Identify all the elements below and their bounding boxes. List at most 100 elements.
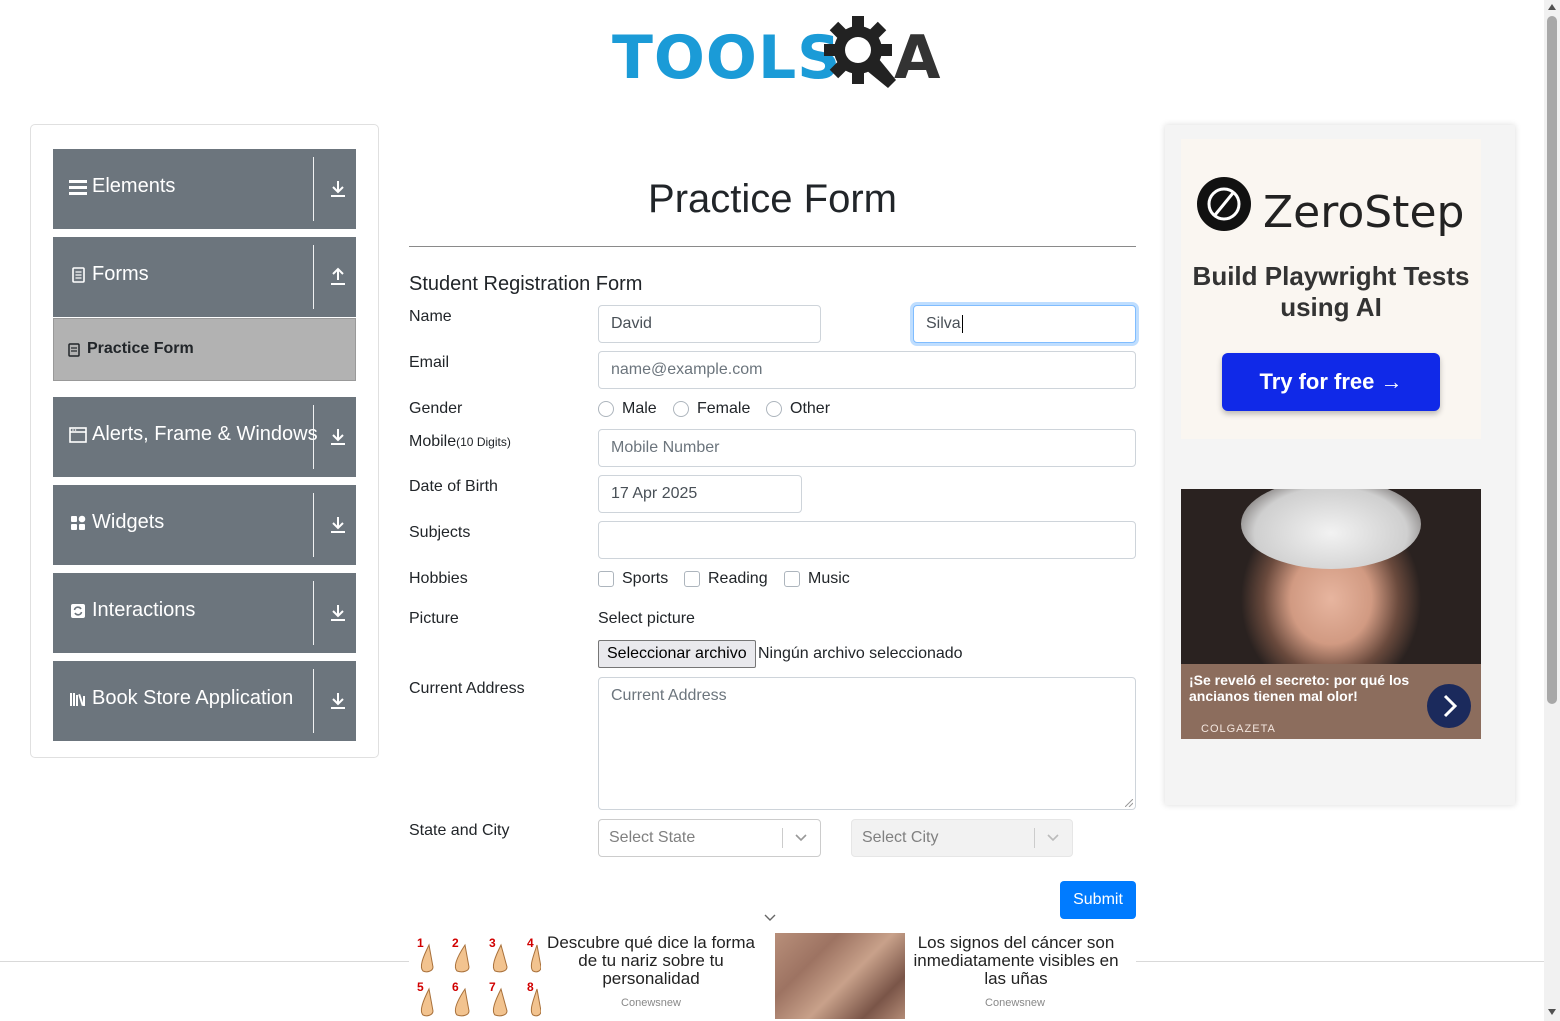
- divider: [313, 493, 314, 557]
- scroll-up-icon[interactable]: [1548, 4, 1556, 10]
- hamburger-icon: [69, 180, 87, 195]
- state-city-label: State and City: [409, 822, 510, 839]
- email-label: Email: [409, 354, 450, 371]
- page-title: Practice Form: [648, 177, 897, 221]
- chevron-down-icon[interactable]: [764, 914, 776, 922]
- page-scrollbar[interactable]: [1544, 0, 1560, 1021]
- state-placeholder: Select State: [609, 829, 696, 846]
- sidebar-group-alerts[interactable]: Alerts, Frame & Windows: [53, 397, 356, 477]
- ad-headline[interactable]: Descubre qué dice la forma de tu nariz s…: [541, 934, 761, 988]
- gender-male-label[interactable]: Male: [622, 400, 657, 418]
- subjects-input[interactable]: [598, 521, 1136, 559]
- chevron-right-icon: [1443, 694, 1458, 718]
- city-placeholder: Select City: [862, 829, 939, 846]
- books-icon: [70, 693, 85, 707]
- zerostep-tagline: Build Playwright Tests using AI: [1192, 261, 1470, 322]
- submit-button[interactable]: Submit: [1060, 881, 1136, 919]
- sidebar-group-label: Interactions: [92, 599, 196, 621]
- sidebar-group-widgets[interactable]: Widgets: [53, 485, 356, 565]
- city-select[interactable]: Select City: [851, 819, 1073, 857]
- try-free-button[interactable]: Try for free →: [1222, 353, 1440, 411]
- sidebar-group-elements[interactable]: Elements: [53, 149, 356, 229]
- download-icon[interactable]: [329, 690, 347, 712]
- choose-file-button[interactable]: Seleccionar archivo: [598, 640, 756, 668]
- address-placeholder: Current Address: [611, 687, 727, 704]
- download-icon[interactable]: [329, 178, 347, 200]
- download-icon[interactable]: [329, 426, 347, 448]
- hobby-reading-label[interactable]: Reading: [708, 570, 768, 588]
- subjects-label: Subjects: [409, 524, 471, 541]
- divider: [313, 245, 314, 309]
- news-ad[interactable]: ¡Se reveló el secreto: por qué los ancia…: [1181, 489, 1481, 739]
- divider: [313, 669, 314, 733]
- ad-sidebar: ZeroStep Build Playwright Tests using AI…: [1165, 125, 1515, 805]
- hobby-sports-checkbox[interactable]: [598, 571, 614, 587]
- email-input[interactable]: name@example.com: [598, 351, 1136, 389]
- dob-input[interactable]: 17 Apr 2025: [598, 475, 802, 513]
- nose-number: 7: [489, 980, 496, 994]
- divider: [313, 405, 314, 469]
- gender-other-radio[interactable]: [766, 401, 782, 417]
- mobile-label-text: Mobile: [409, 433, 457, 450]
- nose-number: 5: [417, 980, 424, 994]
- hobby-sports-label[interactable]: Sports: [622, 570, 668, 588]
- chevron-down-icon: [1047, 834, 1059, 842]
- toolsqa-logo[interactable]: TOOLS A: [612, 14, 940, 93]
- chevron-down-icon: [795, 834, 807, 842]
- sidebar-group-label: Alerts, Frame & Windows: [92, 423, 318, 445]
- address-label: Current Address: [409, 680, 525, 697]
- hobby-music-label[interactable]: Music: [808, 570, 850, 588]
- nose-number: 6: [452, 980, 459, 994]
- gender-male-radio[interactable]: [598, 401, 614, 417]
- ad-headline[interactable]: Los signos del cáncer son inmediatamente…: [905, 934, 1127, 988]
- scroll-down-icon[interactable]: [1548, 1009, 1556, 1015]
- hands-photo: [775, 933, 905, 1019]
- scroll-thumb[interactable]: [1547, 16, 1557, 704]
- hobby-music-checkbox[interactable]: [784, 571, 800, 587]
- gear-q-icon: [824, 16, 896, 88]
- resize-handle-icon[interactable]: [1125, 799, 1133, 807]
- zerostep-logo-icon: [1197, 177, 1251, 231]
- bottom-ad-banner[interactable]: 1 2 3 4 5 6 7 8 Descubre qué dice la for…: [409, 931, 1136, 1021]
- window-icon: [69, 427, 87, 443]
- refresh-icon: [71, 604, 85, 618]
- sidebar-group-forms[interactable]: Forms: [53, 237, 356, 317]
- sidebar-group-label: Book Store Application: [92, 687, 294, 709]
- document-icon: [72, 267, 85, 283]
- download-icon[interactable]: [329, 514, 347, 536]
- upload-icon[interactable]: [329, 266, 347, 288]
- nose-number: 3: [489, 936, 496, 950]
- grid-icon: [71, 515, 86, 530]
- text-caret: [961, 314, 963, 333]
- form-subtitle: Student Registration Form: [409, 273, 643, 295]
- hobby-reading-checkbox[interactable]: [684, 571, 700, 587]
- mobile-input[interactable]: Mobile Number: [598, 429, 1136, 467]
- zerostep-brand: ZeroStep: [1263, 187, 1465, 238]
- logo-word: TOOLS: [612, 23, 842, 93]
- sidebar: Elements Forms Practice Form Alerts, Fra…: [30, 124, 379, 758]
- nose-number: 4: [527, 936, 534, 950]
- zerostep-ad[interactable]: ZeroStep Build Playwright Tests using AI…: [1181, 139, 1481, 439]
- gender-female-label[interactable]: Female: [697, 400, 750, 418]
- ad-source: Conewsnew: [985, 997, 1045, 1009]
- first-name-input[interactable]: David: [598, 305, 821, 343]
- state-select[interactable]: Select State: [598, 819, 821, 857]
- noses-illustration: 1 2 3 4 5 6 7 8: [417, 936, 541, 1017]
- gender-other-label[interactable]: Other: [790, 400, 830, 418]
- download-icon[interactable]: [329, 602, 347, 624]
- sidebar-item-practice-form[interactable]: Practice Form: [53, 318, 356, 381]
- sidebar-group-interactions[interactable]: Interactions: [53, 573, 356, 653]
- sidebar-group-label: Forms: [92, 263, 149, 285]
- name-label: Name: [409, 308, 452, 325]
- sidebar-group-book-store[interactable]: Book Store Application: [53, 661, 356, 741]
- last-name-value: Silva: [926, 315, 961, 332]
- next-arrow-button[interactable]: [1427, 684, 1471, 728]
- gender-label: Gender: [409, 400, 463, 417]
- gender-female-radio[interactable]: [673, 401, 689, 417]
- sidebar-group-label: Widgets: [92, 511, 165, 533]
- nose-number: 1: [417, 936, 424, 950]
- last-name-input[interactable]: Silva: [913, 305, 1136, 343]
- current-address-textarea[interactable]: Current Address: [598, 677, 1136, 810]
- hobbies-label: Hobbies: [409, 570, 468, 587]
- slash-circle-icon: [1207, 187, 1241, 221]
